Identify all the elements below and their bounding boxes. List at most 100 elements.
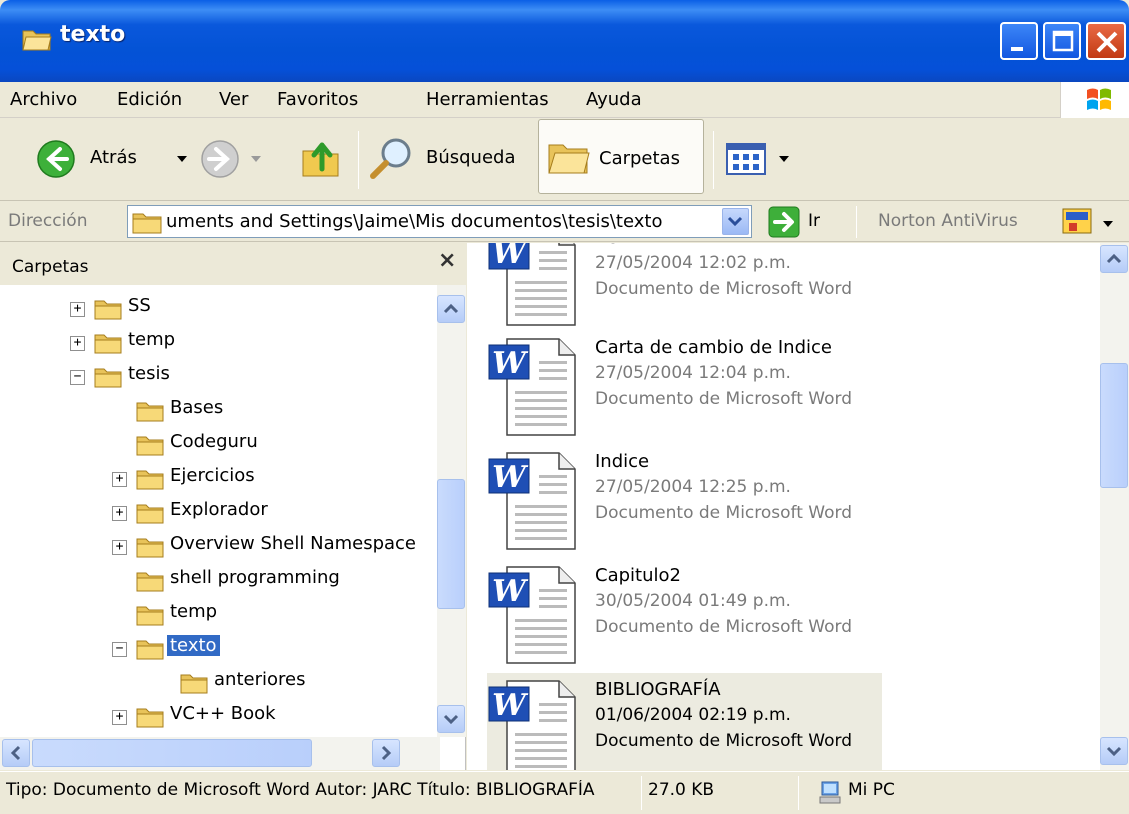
forward-button[interactable] [200,119,262,201]
tree-item[interactable]: − tesis [0,363,436,395]
go-button[interactable] [768,206,802,238]
menu-favoritos[interactable]: Favoritos [277,89,358,110]
scroll-right-button[interactable] [372,739,400,767]
tree-item-label: shell programming [170,567,340,588]
scroll-down-button[interactable] [437,705,465,733]
folder-icon [180,674,208,694]
file-date: 27/05/2004 12:04 p.m. [595,363,791,383]
file-date: 30/05/2004 01:49 p.m. [595,591,791,611]
go-label[interactable]: Ir [808,211,820,231]
file-item[interactable]: W Carta de cambio de Indice 27/05/2004 12:… [487,331,882,441]
chevron-down-icon [443,714,459,725]
views-button[interactable] [722,119,792,201]
tree-item[interactable]: − texto [0,635,436,667]
tree-item-label: temp [170,601,218,622]
minimize-button[interactable] [1000,22,1038,60]
collapse-minus-icon[interactable]: − [112,642,127,657]
chevron-down-icon [779,156,789,162]
chevron-right-icon [381,745,392,761]
folder-icon [136,504,164,524]
chevron-down-icon [251,156,261,162]
tree-item[interactable]: + Explorador [0,499,436,531]
tree-item[interactable]: shell programming [0,567,436,599]
title-bar[interactable]: texto [0,0,1129,82]
go-arrow-icon [768,206,800,238]
close-button[interactable] [1086,22,1126,60]
expand-plus-icon[interactable]: + [112,472,127,487]
tree-item-label: SS [128,295,151,316]
files-vertical-scrollbar[interactable] [1100,243,1129,770]
folders-pane-close-button[interactable]: × [438,248,456,273]
file-item[interactable]: W BIBLIOGRAFÍA 01/06/2004 02:19 p.m. Docume… [487,673,882,770]
file-date: 27/05/2004 12:02 p.m. [595,253,791,273]
status-location: Mi PC [848,780,895,800]
file-item[interactable]: W Capitulo2 30/05/2004 01:49 p.m. Documento… [487,559,882,669]
expand-plus-icon[interactable]: + [112,540,127,555]
menu-edicion[interactable]: Edición [117,89,182,110]
scroll-thumb[interactable] [1100,363,1128,488]
tree-item[interactable]: + temp [0,329,436,361]
file-name: Indice [595,451,650,472]
file-type: Documento de Microsoft Word [595,617,852,637]
expand-plus-icon[interactable]: + [112,506,127,521]
collapse-minus-icon[interactable]: − [70,370,85,385]
folders-vertical-scrollbar[interactable] [437,285,466,737]
folders-button[interactable]: Carpetas [538,119,704,194]
scroll-thumb[interactable] [32,739,312,767]
address-dropdown-button[interactable] [722,208,749,235]
up-folder-button[interactable] [300,119,346,201]
folder-open-icon [136,640,164,660]
folder-icon [132,213,162,234]
scroll-up-button[interactable] [437,295,465,323]
tree-item[interactable]: + VC++ Book [0,703,436,735]
svg-text:W: W [492,688,529,723]
tree-item-label: VC++ Book [170,703,276,724]
views-icon [726,143,766,175]
file-type: Documento de Microsoft Word [595,389,852,409]
address-field[interactable]: uments and Settings\Jaime\Mis documentos… [127,205,752,238]
tree-item-label: Overview Shell Namespace [170,533,417,554]
tree-item-label: tesis [128,363,170,384]
search-button[interactable]: Búsqueda [368,119,528,201]
file-item[interactable]: W Indice 27/05/2004 12:25 p.m. Documento de… [487,445,882,555]
menu-herramientas[interactable]: Herramientas [426,89,549,110]
tree-item[interactable]: Codeguru [0,431,436,463]
forward-arrow-icon [201,140,239,178]
svg-text:W: W [492,346,529,381]
tree-item[interactable]: + Overview Shell Namespace [0,533,436,565]
svg-text:W: W [492,574,529,609]
folders-horizontal-scrollbar[interactable] [0,737,440,770]
expand-plus-icon[interactable]: + [112,710,127,725]
tree-item[interactable]: + Ejercicios [0,465,436,497]
norton-antivirus-label[interactable]: Norton AntiVirus [878,211,1018,231]
menu-ayuda[interactable]: Ayuda [586,89,642,110]
scroll-down-button[interactable] [1100,737,1128,765]
tree-item[interactable]: Bases [0,397,436,429]
maximize-button[interactable] [1043,22,1081,60]
file-item[interactable]: W PORTADA 27/05/2004 12:02 p.m. Documento d… [487,243,882,331]
scroll-up-button[interactable] [1100,245,1128,273]
scroll-left-button[interactable] [2,739,30,767]
tree-item[interactable]: anteriores [0,669,436,701]
folder-icon [136,606,164,626]
menu-archivo[interactable]: Archivo [10,89,77,110]
back-button[interactable]: Atrás [34,119,189,201]
tree-item-label: Bases [170,397,224,418]
file-name: PORTADA [595,243,679,248]
expand-plus-icon[interactable]: + [70,302,85,317]
up-folder-icon [302,142,339,177]
tree-item[interactable]: + SS [0,295,436,327]
scroll-thumb[interactable] [437,479,465,609]
tree-item-label: Codeguru [170,431,258,452]
tree-item[interactable]: temp [0,601,436,633]
tree-item-label: Ejercicios [170,465,255,486]
chevron-down-icon[interactable] [1102,220,1114,228]
status-size: 27.0 KB [648,780,715,800]
tree-item-label: Explorador [170,499,268,520]
menu-ver[interactable]: Ver [219,89,248,110]
status-bar: Tipo: Documento de Microsoft Word Autor:… [0,771,1129,814]
file-date: 01/06/2004 02:19 p.m. [595,705,791,725]
norton-icon[interactable] [1060,207,1094,237]
folder-icon [94,300,122,320]
expand-plus-icon[interactable]: + [70,336,85,351]
